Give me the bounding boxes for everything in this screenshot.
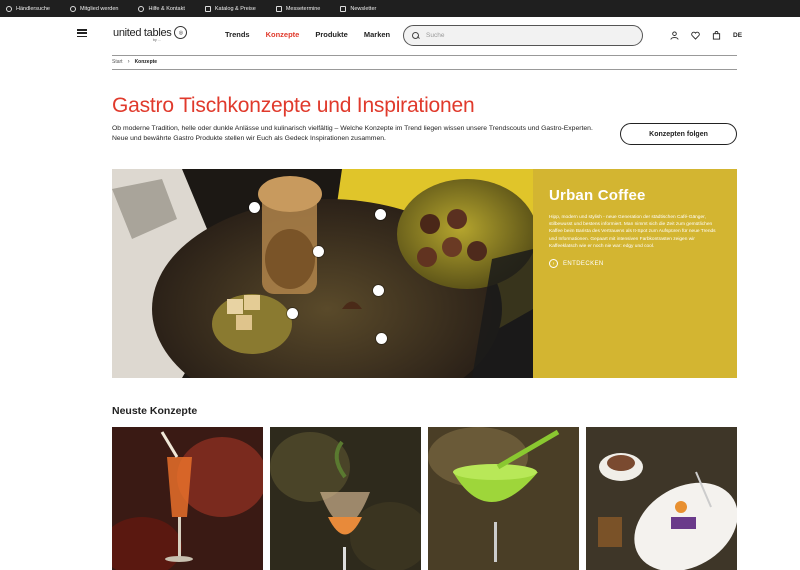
topbar-catalog[interactable]: Katalog & Preise: [204, 5, 256, 12]
hero-panel: Urban Coffee Hipp, modern und stylish - …: [533, 169, 737, 378]
hero-image[interactable]: [112, 169, 533, 378]
hero-title: Urban Coffee: [549, 187, 646, 204]
account-icon[interactable]: [670, 31, 679, 40]
concept-card[interactable]: [586, 427, 737, 570]
topbar-newsletter[interactable]: Newsletter: [340, 5, 376, 12]
utility-bar: Händlersuche Mitglied werden Hilfe & Kon…: [0, 0, 800, 17]
language-switch[interactable]: DE: [733, 32, 742, 39]
mail-icon: [340, 5, 347, 12]
logo[interactable]: united tables ◎ by ...: [113, 26, 188, 42]
topbar-dealer-search[interactable]: Händlersuche: [6, 5, 50, 12]
logo-badge-icon: ◎: [174, 26, 188, 39]
page-title: Gastro Tischkonzepte und Inspirationen: [112, 94, 475, 117]
section-title: Neuste Konzepte: [112, 405, 198, 417]
hotspot-2[interactable]: [375, 209, 386, 220]
discover-link[interactable]: › ENTDECKEN: [549, 259, 721, 269]
search-icon[interactable]: [412, 31, 420, 40]
breadcrumb-current: Konzepte: [134, 59, 158, 65]
location-pin-icon: [6, 5, 12, 12]
user-icon: [69, 5, 76, 12]
search-box: [403, 25, 643, 46]
menu-icon[interactable]: [77, 29, 87, 37]
heart-icon[interactable]: [691, 31, 700, 40]
intro-text: Ob moderne Tradition, helle oder dunkle …: [112, 125, 593, 142]
topbar-become-member[interactable]: Mitglied werden: [69, 5, 118, 12]
calendar-icon: [275, 5, 282, 12]
main-header: united tables ◎ by ... Trends Konzepte P…: [0, 17, 800, 55]
phone-icon: [138, 5, 145, 12]
catalog-icon: [204, 5, 211, 12]
nav-trends[interactable]: Trends: [225, 30, 250, 39]
cart-icon[interactable]: [712, 31, 721, 40]
divider: [112, 55, 737, 56]
arrow-right-icon: ›: [549, 259, 558, 269]
hero-text: Hipp, modern und stylish - neue Generati…: [549, 215, 716, 249]
hotspot-1[interactable]: [249, 202, 260, 213]
breadcrumb: Start › Konzepte: [112, 59, 157, 65]
concept-card[interactable]: [270, 427, 421, 570]
nav-konzepte[interactable]: Konzepte: [266, 30, 300, 39]
chevron-right-icon: ›: [127, 59, 130, 65]
main-nav: Trends Konzepte Produkte Marken: [225, 30, 390, 39]
breadcrumb-home[interactable]: Start: [112, 59, 123, 65]
nav-marken[interactable]: Marken: [364, 30, 390, 39]
concept-card[interactable]: [112, 427, 263, 570]
search-input[interactable]: [426, 32, 626, 39]
divider: [112, 69, 737, 70]
concept-card[interactable]: [428, 427, 579, 570]
topbar-fairs[interactable]: Messetermine: [275, 5, 320, 12]
nav-produkte[interactable]: Produkte: [315, 30, 348, 39]
follow-concepts-button[interactable]: Konzepten folgen: [620, 123, 737, 145]
header-icons: DE: [670, 31, 742, 40]
topbar-help-contact[interactable]: Hilfe & Kontakt: [138, 5, 185, 12]
hotspot-6[interactable]: [376, 333, 387, 344]
hotspot-4[interactable]: [373, 285, 384, 296]
hotspot-3[interactable]: [313, 246, 324, 257]
hotspot-5[interactable]: [287, 308, 298, 319]
